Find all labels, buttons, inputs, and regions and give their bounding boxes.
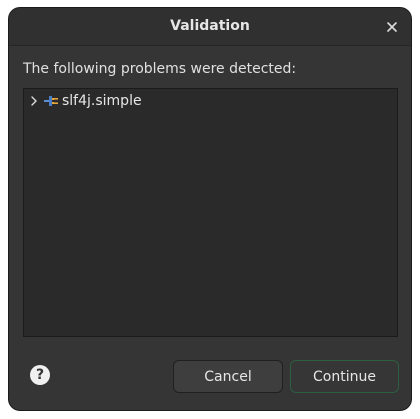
cancel-button[interactable]: Cancel xyxy=(173,360,283,393)
validation-dialog: Validation The following problems were d… xyxy=(8,7,412,411)
continue-button[interactable]: Continue xyxy=(290,360,399,393)
title-bar: Validation xyxy=(9,8,411,46)
help-button[interactable]: ? xyxy=(30,365,50,385)
close-button[interactable] xyxy=(382,17,402,37)
close-icon xyxy=(387,22,397,32)
tree-item[interactable]: slf4j.simple xyxy=(28,91,142,111)
problems-message: The following problems were detected: xyxy=(23,61,297,77)
dialog-title: Validation xyxy=(170,18,250,34)
problems-tree[interactable]: slf4j.simple xyxy=(23,88,398,337)
chevron-right-icon[interactable] xyxy=(28,91,40,111)
plugin-icon xyxy=(44,96,58,106)
tree-item-label: slf4j.simple xyxy=(62,93,142,109)
